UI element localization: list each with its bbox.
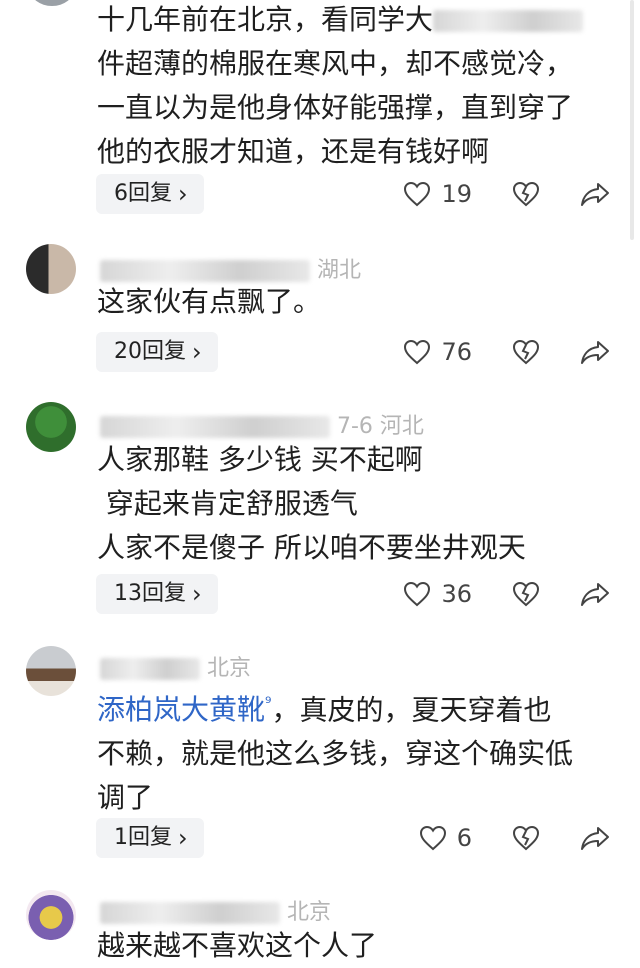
broken-heart-icon[interactable] <box>512 581 540 607</box>
like-button[interactable]: 36 <box>403 580 472 608</box>
broken-heart-icon[interactable] <box>512 181 540 207</box>
comment-text: 添柏岚大黄靴⁹，真皮的，夏天穿着也 不赖，就是他这么多钱，穿这个确实低 调了 <box>97 682 610 820</box>
comment-text: 越来越不喜欢这个人了 <box>97 924 610 968</box>
comment-line: 他的衣服才知道，还是有钱好啊 <box>97 135 490 168</box>
comment-text: 十几年前在北京，看同学大 件超薄的棉服在寒风中，却不感觉冷， 一直以为是他身体好… <box>97 0 610 174</box>
reply-count: 1回复 <box>114 825 172 850</box>
share-icon[interactable] <box>580 825 610 851</box>
redacted-text <box>433 10 584 32</box>
comment-meta: 7-6 河北 <box>100 408 424 440</box>
comment-line: 一直以为是他身体好能强撑，直到穿了 <box>97 91 574 124</box>
comment-meta: 北京 <box>100 650 251 682</box>
avatar[interactable] <box>30 0 74 6</box>
comment-actions: 6 <box>419 818 610 858</box>
heart-icon <box>403 581 431 607</box>
comment-line: 穿起来肯定舒服透气 <box>97 487 358 520</box>
reply-count: 13回复 <box>114 581 186 606</box>
view-replies-button[interactable]: 1回复 › <box>96 818 204 858</box>
share-icon[interactable] <box>580 581 610 607</box>
chevron-right-icon: › <box>192 338 202 366</box>
like-count: 36 <box>441 580 472 608</box>
location: 北京 <box>207 656 252 681</box>
view-replies-button[interactable]: 20回复 › <box>96 332 218 372</box>
location: 北京 <box>287 900 332 925</box>
comment-text: 这家伙有点飘了。 <box>97 280 610 324</box>
broken-heart-icon[interactable] <box>512 825 540 851</box>
comment-line: 人家不是傻子 所以咱不要坐井观天 <box>97 531 526 564</box>
like-button[interactable]: 76 <box>403 338 472 366</box>
comment-line: 不赖，就是他这么多钱，穿这个确实低 <box>97 737 574 771</box>
chevron-right-icon: › <box>178 824 188 852</box>
share-icon[interactable] <box>580 181 610 207</box>
share-icon[interactable] <box>580 339 610 365</box>
comment-line: 件超薄的棉服在寒风中，却不感觉冷， <box>97 47 574 80</box>
comment-line: 人家那鞋 多少钱 买不起啊 <box>97 443 423 476</box>
like-count: 6 <box>456 824 472 852</box>
view-replies-button[interactable]: 6回复 › <box>96 174 204 214</box>
heart-icon <box>419 825 447 851</box>
avatar[interactable] <box>26 890 76 940</box>
comment-line: 越来越不喜欢这个人了 <box>97 929 378 962</box>
redacted-username <box>100 416 330 438</box>
comment-actions: 36 <box>403 574 610 614</box>
avatar[interactable] <box>26 646 76 696</box>
reply-count: 20回复 <box>114 339 186 364</box>
reply-count: 6回复 <box>114 181 172 206</box>
like-button[interactable]: 19 <box>403 180 472 208</box>
comment-line: 十几年前在北京，看同学大 <box>97 3 434 36</box>
comment-line: 调了 <box>97 781 154 815</box>
heart-icon <box>403 339 431 365</box>
comment-line: ，真皮的，夏天穿着也 <box>271 693 552 727</box>
heart-icon <box>403 181 431 207</box>
like-count: 19 <box>441 180 472 208</box>
comment-text: 人家那鞋 多少钱 买不起啊 穿起来肯定舒服透气 人家不是傻子 所以咱不要坐井观天 <box>97 438 610 570</box>
comment-actions: 76 <box>403 332 610 372</box>
like-count: 76 <box>441 338 472 366</box>
like-button[interactable]: 6 <box>419 824 472 852</box>
redacted-username <box>100 658 200 680</box>
redacted-username <box>100 260 310 282</box>
chevron-right-icon: › <box>178 180 188 208</box>
avatar[interactable] <box>26 244 76 294</box>
redacted-username <box>100 902 280 924</box>
chevron-right-icon: › <box>192 580 202 608</box>
mention-link[interactable]: 添柏岚大黄靴⁹ <box>97 693 271 726</box>
avatar[interactable] <box>26 402 76 452</box>
location: 7-6 河北 <box>337 414 424 439</box>
scroll-indicator[interactable] <box>630 0 634 240</box>
broken-heart-icon[interactable] <box>512 339 540 365</box>
comment-actions: 19 <box>403 174 610 214</box>
comment-meta: 北京 <box>100 894 331 926</box>
view-replies-button[interactable]: 13回复 › <box>96 574 218 614</box>
comment-line: 这家伙有点飘了。 <box>97 285 322 318</box>
